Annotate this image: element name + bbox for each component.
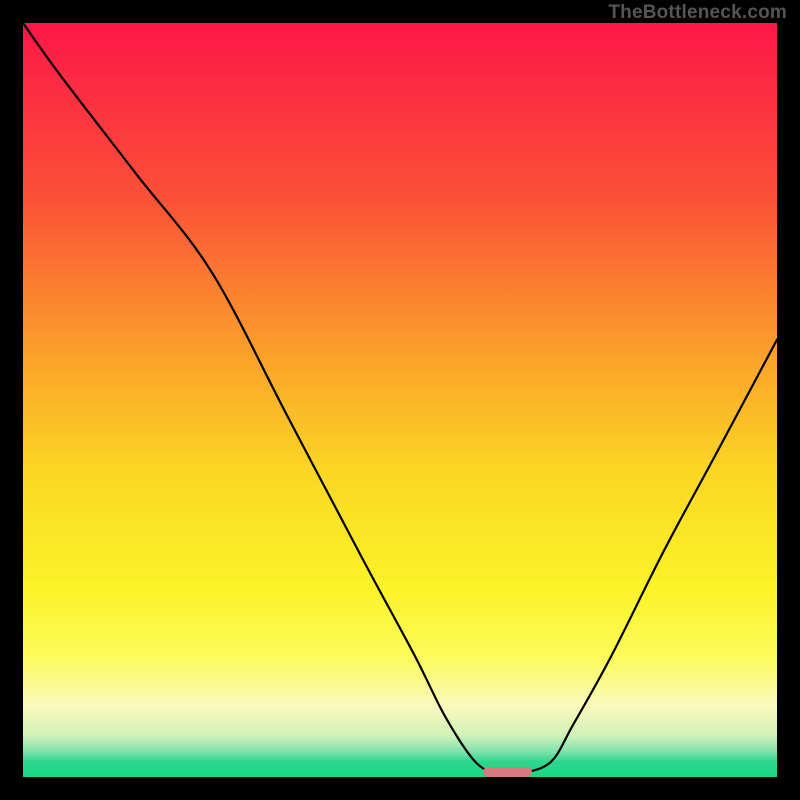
bottleneck-curve <box>23 23 777 777</box>
chart-frame: TheBottleneck.com <box>0 0 800 800</box>
watermark-text: TheBottleneck.com <box>608 2 787 24</box>
plot-area <box>23 23 777 777</box>
optimal-zone-marker <box>483 767 532 777</box>
